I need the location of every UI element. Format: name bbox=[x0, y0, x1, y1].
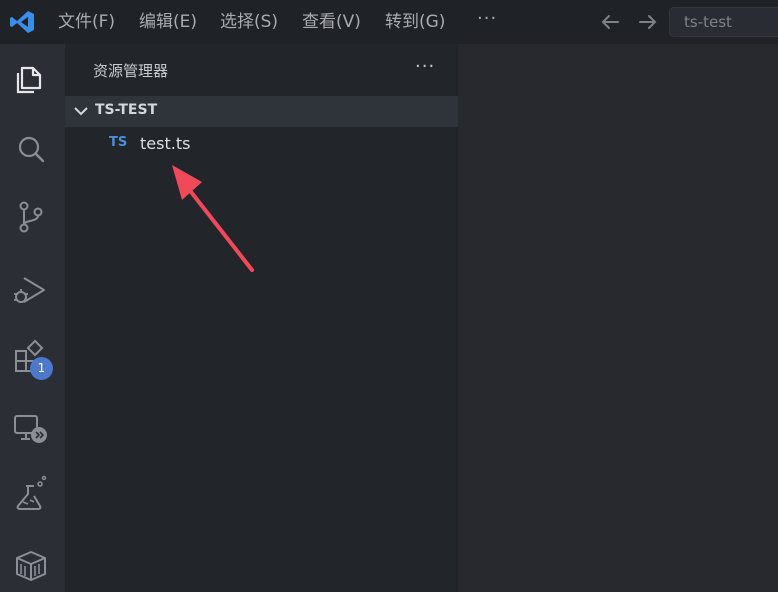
command-center-search[interactable]: ts-test bbox=[669, 7, 778, 37]
remote-explorer-icon[interactable] bbox=[10, 408, 52, 450]
packages-icon[interactable] bbox=[10, 544, 52, 586]
menu-edit[interactable]: 编辑(E) bbox=[139, 0, 197, 44]
forward-arrow-icon[interactable] bbox=[636, 10, 660, 34]
menu-selection[interactable]: 选择(S) bbox=[220, 0, 278, 44]
folder-header-ts-test[interactable]: TS-TEST bbox=[65, 96, 458, 127]
folder-name: TS-TEST bbox=[95, 102, 158, 118]
typescript-file-icon: TS bbox=[109, 135, 128, 150]
menu-file[interactable]: 文件(F) bbox=[58, 0, 115, 44]
chevron-down-icon[interactable] bbox=[73, 103, 89, 119]
source-control-icon[interactable] bbox=[10, 196, 52, 238]
run-debug-icon[interactable] bbox=[10, 270, 52, 312]
menu-go[interactable]: 转到(G) bbox=[385, 0, 445, 44]
explorer-title: 资源管理器 bbox=[93, 62, 169, 80]
testing-icon[interactable] bbox=[10, 474, 52, 516]
vscode-logo-icon[interactable] bbox=[8, 8, 36, 36]
explorer-sidebar: 资源管理器 ··· TS-TEST TS test.ts bbox=[65, 44, 458, 592]
back-arrow-icon[interactable] bbox=[598, 10, 622, 34]
search-icon[interactable] bbox=[10, 129, 52, 171]
title-bar: 文件(F) 编辑(E) 选择(S) 查看(V) 转到(G) ··· ts-tes… bbox=[0, 0, 778, 44]
explorer-more-button[interactable]: ··· bbox=[415, 56, 435, 77]
menu-view[interactable]: 查看(V) bbox=[302, 0, 361, 44]
activity-bar: 1 bbox=[0, 44, 65, 592]
editor-area bbox=[458, 44, 778, 592]
file-item-test-ts[interactable]: TS test.ts bbox=[65, 132, 458, 158]
annotation-arrow-icon bbox=[172, 165, 254, 272]
extensions-badge: 1 bbox=[30, 357, 53, 380]
menu-more-button[interactable]: ··· bbox=[477, 8, 497, 29]
explorer-icon[interactable] bbox=[10, 58, 52, 100]
